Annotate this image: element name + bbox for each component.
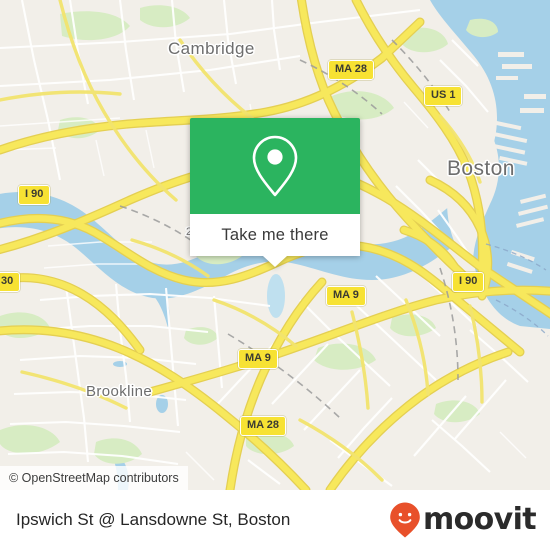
- take-me-there-button[interactable]: Take me there: [190, 214, 360, 256]
- footer-bar: Ipswich St @ Lansdowne St, Boston moovit: [0, 490, 550, 550]
- moovit-logo[interactable]: moovit: [389, 501, 537, 539]
- map-attribution[interactable]: © OpenStreetMap contributors: [0, 466, 188, 490]
- stop-title: Ipswich St @ Lansdowne St, Boston: [16, 510, 291, 529]
- map-screen: Cambridge Boston Brookline 2h MA 28 US 1…: [0, 0, 550, 550]
- moovit-smiley-pin-icon: [390, 502, 420, 538]
- moovit-wordmark: moovit: [422, 502, 537, 537]
- stop-popup-card[interactable]: Take me there: [190, 118, 360, 267]
- popup-pointer-tail: [263, 256, 287, 267]
- attribution-text: © OpenStreetMap contributors: [9, 471, 179, 485]
- map-canvas[interactable]: Cambridge Boston Brookline 2h MA 28 US 1…: [0, 0, 550, 490]
- map-pin-icon: [252, 135, 298, 197]
- popup-header: [190, 118, 360, 214]
- take-me-there-label: Take me there: [221, 225, 329, 244]
